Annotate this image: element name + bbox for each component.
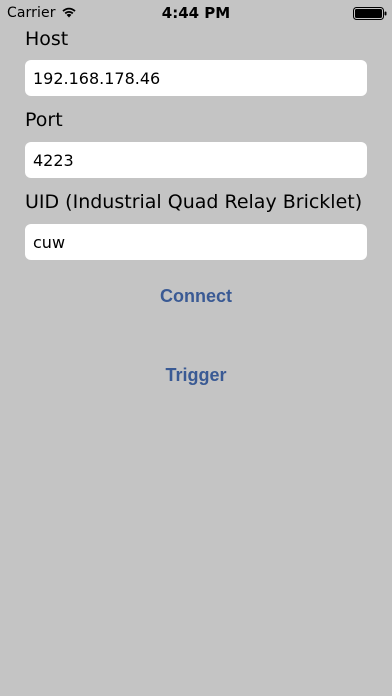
host-label: Host (25, 28, 69, 50)
uid-label: UID (Industrial Quad Relay Bricklet) (25, 191, 363, 213)
connect-button[interactable]: Connect (0, 286, 392, 307)
battery-icon (353, 7, 387, 20)
uid-input[interactable] (25, 224, 367, 260)
trigger-button[interactable]: Trigger (0, 365, 392, 386)
status-time: 4:44 PM (161, 4, 231, 22)
port-label: Port (25, 109, 63, 131)
status-bar: Carrier 4:44 PM (0, 0, 392, 26)
port-input[interactable] (25, 142, 367, 178)
host-input[interactable] (25, 60, 367, 96)
